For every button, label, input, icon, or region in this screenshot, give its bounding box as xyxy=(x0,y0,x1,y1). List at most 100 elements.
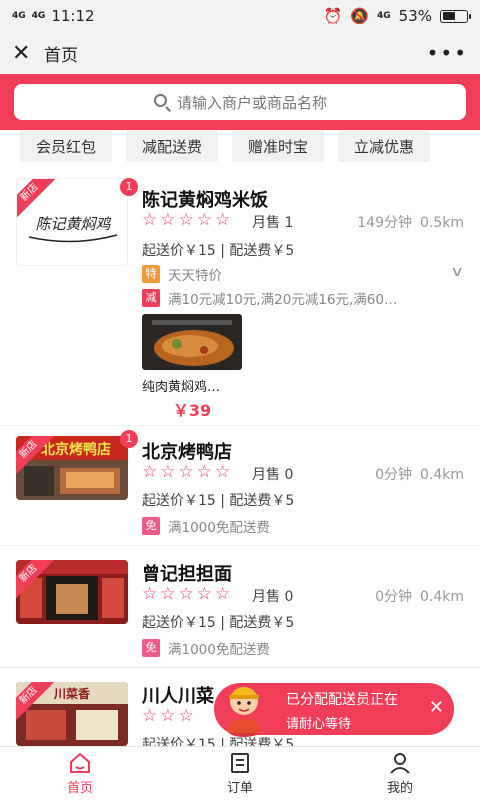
battery-icon xyxy=(440,9,471,23)
tab-profile-label: 我的 xyxy=(386,781,413,796)
discount-tag: 减 xyxy=(142,289,160,307)
time-distance: 0分钟 0.4km xyxy=(375,586,464,606)
star-icon: ☆ xyxy=(196,462,212,482)
star-icon: ☆ xyxy=(178,462,194,482)
bottom-tab-bar: 首页 订单 我的 xyxy=(0,746,480,800)
promo-special: 特天天特价 xyxy=(142,264,222,284)
search-header: 请输入商户或商品名称 xyxy=(0,74,480,130)
title-bar: ✕ 首页 ••• xyxy=(0,32,480,74)
promo-free-delivery: 免满1000免配送费 xyxy=(142,516,270,536)
tab-profile[interactable]: 我的 xyxy=(320,747,480,800)
shop-card-zengji[interactable]: 新店 曾记担担面 ☆ ☆ ☆ ☆ ☆ 月售 0 0分钟 0.4km 起送价￥15 | 配送… xyxy=(0,546,480,668)
featured-dish[interactable]: 纯肉黄焖鸡… ￥39 xyxy=(142,314,242,421)
star-icon: ☆ xyxy=(215,462,231,482)
tab-orders[interactable]: 订单 xyxy=(160,747,320,800)
delivery-time: 0分钟 xyxy=(375,589,412,605)
shop-sign-text: 川菜香 xyxy=(53,686,90,701)
chip-reduce-delivery[interactable]: 减配送费 xyxy=(126,130,219,162)
monthly-sales: 月售 0 xyxy=(252,467,294,483)
close-icon[interactable]: ✕ xyxy=(429,697,444,718)
fee-line: 起送价￥15 | 配送费￥5 xyxy=(142,493,295,509)
promo-discount-text: 满10元减10元,满20元减16元,满60… xyxy=(168,292,398,308)
shop-card-beijing-duck[interactable]: 北京烤鸭店 新店 1 北京烤鸭店 ☆ ☆ ☆ ☆ ☆ 月售 0 0分钟 0.4km 起送价… xyxy=(0,426,480,546)
status-left: 4G 4G 11:12 xyxy=(12,7,95,25)
unread-badge: 1 xyxy=(120,178,138,196)
star-icon: ☆ xyxy=(178,210,194,230)
search-icon xyxy=(153,93,171,112)
shop-thumb[interactable]: 新店 xyxy=(16,560,128,624)
star-icon: ☆ xyxy=(178,706,194,726)
dish-image[interactable] xyxy=(142,314,242,370)
star-icon: ☆ xyxy=(196,210,212,230)
promo-free-delivery: 免满1000免配送费 xyxy=(142,638,270,658)
chevron-down-icon[interactable]: ∨ xyxy=(450,264,464,280)
signal-icon-2: 4G xyxy=(31,10,46,21)
tab-orders-label: 订单 xyxy=(226,781,253,796)
dish-price: ￥39 xyxy=(172,401,212,420)
search-input[interactable]: 请输入商户或商品名称 xyxy=(14,84,466,120)
alarm-icon: ⏰ xyxy=(323,7,343,25)
special-tag: 特 xyxy=(142,265,160,283)
delivery-time: 149分钟 xyxy=(357,215,412,231)
close-icon[interactable]: ✕ xyxy=(12,41,36,66)
promo-text: 满1000免配送费 xyxy=(168,520,270,536)
dish-name: 纯肉黄焖鸡… xyxy=(142,380,221,395)
shop-thumb[interactable]: 北京烤鸭店 新店 xyxy=(16,436,128,500)
time-distance: 149分钟 0.5km xyxy=(357,212,464,232)
order-icon xyxy=(231,753,249,773)
chip-instant-discount[interactable]: 立减优惠 xyxy=(338,130,431,162)
rating-stars: ☆ ☆ ☆ ☆ ☆ xyxy=(142,210,230,230)
shop-sign-text: 北京烤鸭店 xyxy=(41,441,111,458)
rating-stars: ☆ ☆ ☆ ☆ ☆ xyxy=(142,584,230,604)
mute-icon: 🔕 xyxy=(350,7,369,25)
promo-text: 满1000免配送费 xyxy=(168,642,270,658)
filter-chips: 会员红包 减配送费 赠准时宝 立减优惠 xyxy=(0,130,480,168)
chip-ontime[interactable]: 赠准时宝 xyxy=(232,130,325,162)
search-placeholder: 请输入商户或商品名称 xyxy=(176,93,327,112)
star-icon: ☆ xyxy=(142,462,158,482)
shop-name[interactable]: 川人川菜 xyxy=(142,682,214,708)
shop-name[interactable]: 曾记担担面 xyxy=(142,560,232,586)
toast-text: 已分配配送员正在 请耐心等待 xyxy=(286,689,426,732)
distance: 0.5km xyxy=(419,215,464,231)
dish-photo xyxy=(142,314,242,370)
time-distance: 0分钟 0.4km xyxy=(375,464,464,484)
courier-assigned-toast[interactable]: 已分配配送员正在 请耐心等待 ✕ xyxy=(214,683,454,737)
fee-line: 起送价￥15 | 配送费￥5 xyxy=(142,615,295,631)
signal-icon: 4G xyxy=(12,10,26,21)
tab-home-label: 首页 xyxy=(66,781,93,796)
star-icon: ☆ xyxy=(142,210,158,230)
signal-icon-right: 4G xyxy=(377,10,391,21)
distance: 0.4km xyxy=(419,589,464,605)
shop-name[interactable]: 陈记黄焖鸡米饭 xyxy=(142,186,268,212)
status-time: 11:12 xyxy=(51,7,95,25)
star-icon: ☆ xyxy=(178,584,194,604)
chip-member-redpacket[interactable]: 会员红包 xyxy=(20,130,113,162)
free-tag: 免 xyxy=(142,639,160,657)
monthly-sales: 月售 0 xyxy=(252,589,294,605)
star-icon: ☆ xyxy=(215,210,231,230)
tab-home[interactable]: 首页 xyxy=(0,747,160,800)
monthly-sales: 月售 1 xyxy=(252,215,294,231)
status-right: ⏰ 🔕 4G 53% xyxy=(323,7,471,25)
delivery-time: 0分钟 xyxy=(375,467,412,483)
star-icon: ☆ xyxy=(196,584,212,604)
star-icon: ☆ xyxy=(160,584,176,604)
distance: 0.4km xyxy=(419,467,464,483)
fee-line: 起送价￥15 | 配送费￥5 xyxy=(142,243,295,259)
shop-logo-text: 陈记黄焖鸡 xyxy=(35,215,111,233)
battery-text: 53% xyxy=(398,7,432,25)
profile-icon xyxy=(390,753,410,774)
star-icon: ☆ xyxy=(160,210,176,230)
courier-mascot-icon xyxy=(228,687,260,737)
shop-thumb[interactable]: 陈记黄焖鸡 新店 xyxy=(16,178,128,266)
promo-discount: 减满10元减10元,满20元减16元,满60… xyxy=(142,288,397,308)
star-icon: ☆ xyxy=(142,584,158,604)
shop-thumb[interactable]: 川菜香 新店 xyxy=(16,682,128,746)
shop-name[interactable]: 北京烤鸭店 xyxy=(142,438,232,464)
star-icon: ☆ xyxy=(142,706,158,726)
more-icon[interactable]: ••• xyxy=(427,41,468,65)
shop-card-chenji[interactable]: 陈记黄焖鸡 新店 1 陈记黄焖鸡米饭 ☆ ☆ ☆ ☆ ☆ 月售 1 149分钟 0.5km… xyxy=(0,168,480,426)
rating-stars: ☆ ☆ ☆ ☆ ☆ xyxy=(142,462,230,482)
page-title: 首页 xyxy=(44,45,78,66)
